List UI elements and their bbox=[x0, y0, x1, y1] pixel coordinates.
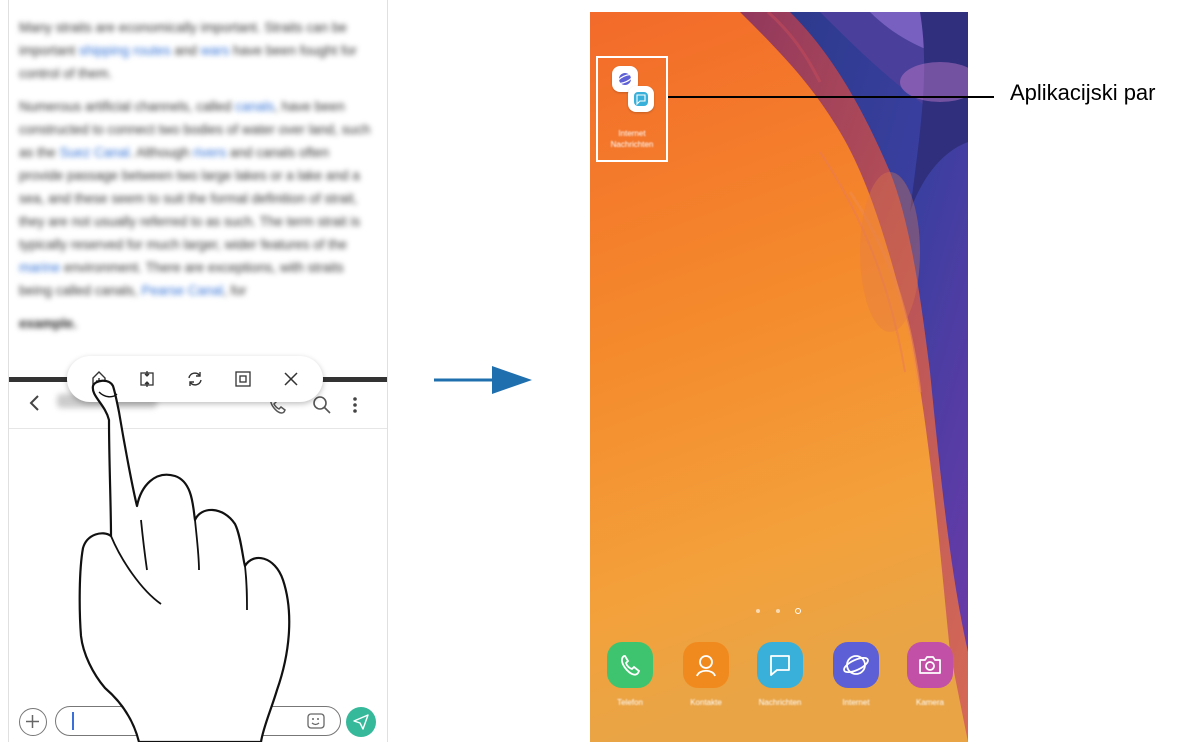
back-icon[interactable] bbox=[27, 392, 43, 419]
dock-label: Telefon bbox=[617, 698, 643, 707]
article-text-run: and bbox=[170, 43, 201, 58]
camera-icon bbox=[907, 642, 953, 688]
app-pair-label-line1: Internet bbox=[618, 129, 646, 138]
article-link[interactable]: marine bbox=[19, 260, 60, 275]
dock-label: Internet bbox=[842, 698, 870, 707]
article-text-run: . Although bbox=[129, 145, 194, 160]
dock-label: Nachrichten bbox=[758, 698, 802, 707]
article-link[interactable]: Suez Canal bbox=[60, 145, 130, 160]
search-icon[interactable] bbox=[311, 394, 333, 421]
messages-icon bbox=[757, 642, 803, 688]
article-paragraph-2: Numerous artificial channels, called can… bbox=[19, 95, 371, 302]
dock-label: Kamera bbox=[915, 698, 944, 707]
more-options-icon[interactable] bbox=[349, 394, 361, 421]
window-options-toolbar bbox=[67, 356, 323, 402]
dock-app-telefon[interactable]: Telefon bbox=[598, 642, 662, 707]
page-dot bbox=[756, 609, 760, 613]
article-last-word: example. bbox=[19, 316, 77, 331]
article-link[interactable]: shipping routes bbox=[79, 43, 171, 58]
switch-windows-icon[interactable] bbox=[133, 365, 161, 393]
article-link[interactable]: wars bbox=[201, 43, 230, 58]
callout-label: Aplikacijski par bbox=[1010, 80, 1156, 105]
internet-icon bbox=[833, 642, 879, 688]
add-attachment-button[interactable] bbox=[19, 708, 47, 736]
message-input[interactable] bbox=[55, 706, 341, 736]
add-app-pair-icon[interactable] bbox=[85, 365, 113, 393]
dock-app-nachrichten[interactable]: Nachrichten bbox=[748, 642, 812, 707]
app-pair-label-line2: Nachrichten bbox=[610, 140, 654, 149]
sticker-icon[interactable] bbox=[307, 713, 327, 736]
send-icon bbox=[353, 714, 369, 730]
article-text-run: , for bbox=[223, 283, 247, 298]
article-paragraph-1: Many straits are economically important.… bbox=[19, 16, 371, 85]
app-pair-icon bbox=[612, 66, 656, 114]
message-compose-bar bbox=[9, 700, 387, 742]
dock-app-kamera[interactable]: Kamera bbox=[898, 642, 962, 707]
messages-small-icon bbox=[628, 86, 654, 112]
right-arrow-icon bbox=[434, 366, 532, 394]
article-text-run: and canals often provide passage between… bbox=[19, 145, 361, 252]
contacts-icon bbox=[683, 642, 729, 688]
dock-app-internet[interactable]: Internet bbox=[824, 642, 888, 707]
app-dock: Telefon Kontakte Nachrichten Internet Ka… bbox=[590, 642, 968, 722]
app-pair-shortcut[interactable]: Internet Nachrichten bbox=[596, 56, 668, 162]
left-phone-screen: Many straits are economically important.… bbox=[8, 0, 388, 742]
pop-up-view-icon[interactable] bbox=[229, 365, 257, 393]
article-link[interactable]: rivers bbox=[193, 145, 226, 160]
phone-icon bbox=[607, 642, 653, 688]
rotate-icon[interactable] bbox=[181, 365, 209, 393]
article-link[interactable]: canals bbox=[235, 99, 274, 114]
blurred-article-text: Many straits are economically important.… bbox=[19, 16, 371, 335]
send-button[interactable] bbox=[346, 707, 376, 737]
page-indicator bbox=[754, 607, 814, 617]
close-icon[interactable] bbox=[277, 365, 305, 393]
page-dot-active bbox=[795, 608, 801, 614]
dock-label: Kontakte bbox=[690, 698, 722, 707]
callout-line bbox=[668, 96, 994, 98]
dock-app-kontakte[interactable]: Kontakte bbox=[674, 642, 738, 707]
app-pair-label: Internet Nachrichten bbox=[598, 128, 666, 150]
right-phone-home-screen: Internet Nachrichten Telefon Kontakte Na… bbox=[590, 12, 968, 742]
article-link[interactable]: Pearse Canal bbox=[141, 283, 223, 298]
article-text-run: Numerous artificial channels, called bbox=[19, 99, 236, 114]
page-dot bbox=[776, 609, 780, 613]
text-cursor bbox=[72, 712, 74, 730]
